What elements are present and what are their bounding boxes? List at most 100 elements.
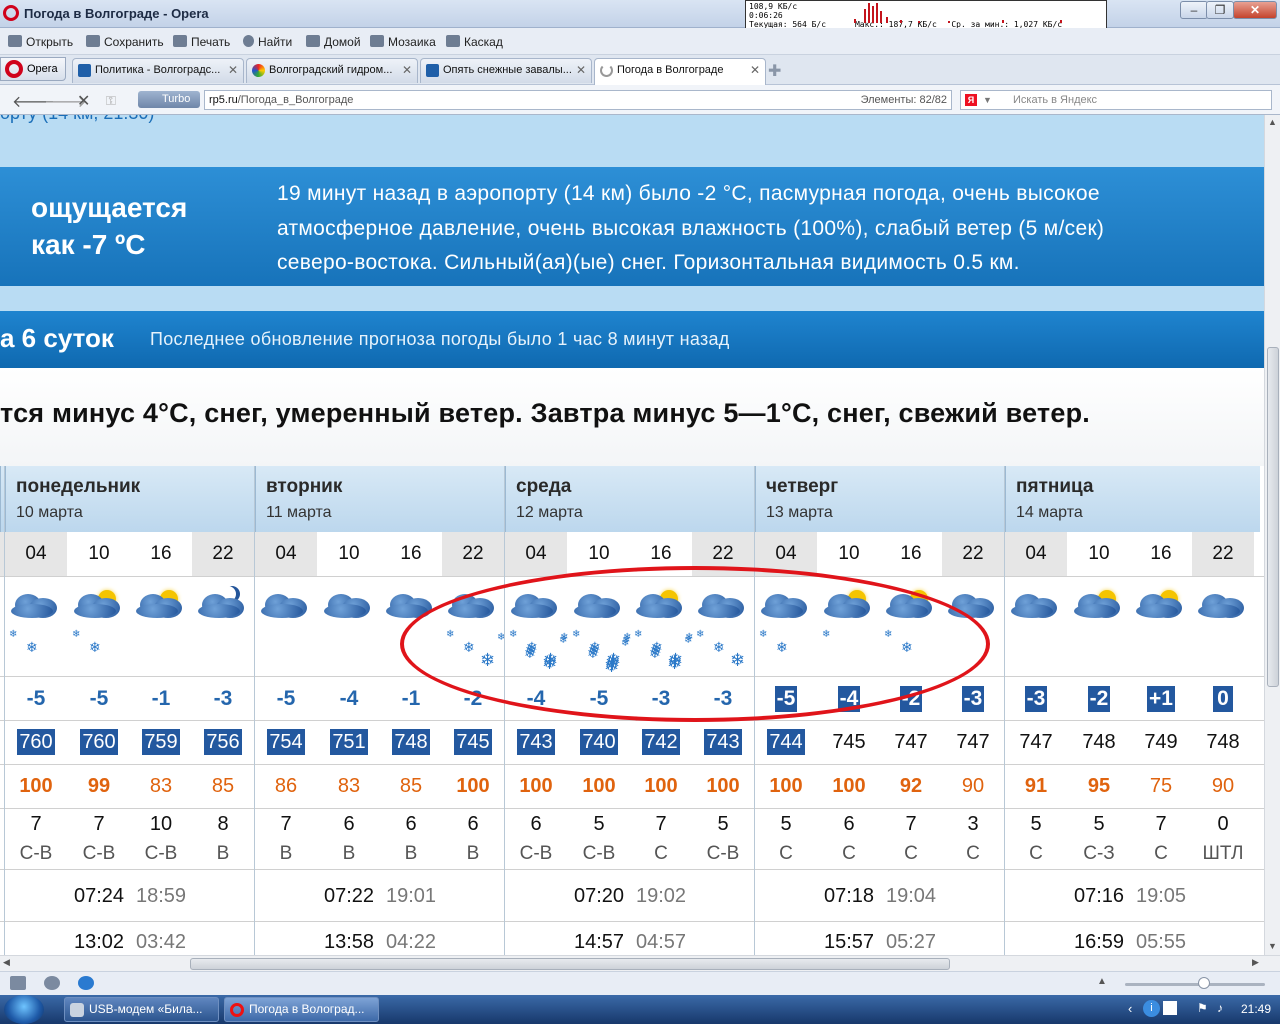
url-input[interactable]: rp5.ru/Погода_в_Волгограде Элементы: 82/… xyxy=(204,90,952,110)
moon-time: 05:27 xyxy=(885,931,937,953)
turbo-button[interactable]: Turbo xyxy=(138,91,200,108)
wind-direction: С xyxy=(904,843,918,864)
info-icon[interactable]: i xyxy=(1143,1000,1160,1017)
hour-label: 10 xyxy=(88,543,110,564)
new-tab-icon[interactable]: ✚ xyxy=(768,61,781,81)
horizontal-scroll-thumb[interactable] xyxy=(190,958,950,970)
zoom-up-icon[interactable]: ▲ xyxy=(1097,976,1107,987)
hour-label: 16 xyxy=(400,543,422,564)
wind-speed: 7 xyxy=(93,813,105,835)
day-date: 11 марта xyxy=(266,504,332,521)
search-input[interactable]: Я ▼ Искать в Яндекс xyxy=(960,90,1272,110)
pressure-cell: 748 xyxy=(1192,720,1254,764)
wind-speed: 5 xyxy=(593,813,605,835)
wind-direction: В xyxy=(216,843,230,864)
vertical-scroll-thumb[interactable] xyxy=(1267,347,1279,687)
panel-toggle-icon[interactable] xyxy=(10,976,26,990)
taskbar-item-usb-modem[interactable]: USB-модем «Била... xyxy=(64,997,219,1022)
tab-gidromet[interactable]: Волгоградский гидром... ✕ xyxy=(246,58,418,83)
elements-counter: Элементы: 82/82 xyxy=(860,94,947,106)
pressure-cell: 747 xyxy=(880,720,942,764)
wind-cell: 5 С-З xyxy=(1068,809,1130,869)
wind-speed: 7 xyxy=(280,813,292,835)
chevron-down-icon[interactable]: ▼ xyxy=(983,91,992,109)
six-day-title: а 6 суток xyxy=(0,323,114,353)
wind-direction: В xyxy=(342,843,356,864)
humidity-value: 100 xyxy=(519,775,553,797)
close-tab-icon[interactable]: ✕ xyxy=(402,63,412,77)
snowflake-icon: ❄ xyxy=(89,639,101,655)
separator-band xyxy=(0,286,1264,311)
scroll-up-icon[interactable]: ▲ xyxy=(1268,117,1277,127)
close-tab-icon[interactable]: ✕ xyxy=(576,63,586,77)
minimize-button[interactable]: – xyxy=(1180,1,1208,19)
wind-cell: 5 С-В xyxy=(692,809,754,869)
opera-logo-icon xyxy=(230,1003,244,1017)
weather-cloud-sun-icon xyxy=(1074,584,1124,620)
tab-snow-news[interactable]: Опять снежные завалы... ✕ xyxy=(420,58,592,83)
close-button[interactable]: ✕ xyxy=(1233,1,1277,19)
open-button[interactable]: Открыть xyxy=(8,34,73,50)
printer-icon xyxy=(173,35,187,47)
taskbar-item-opera[interactable]: Погода в Волоград... xyxy=(224,997,379,1022)
wind-cell: 7 С-В xyxy=(5,809,67,869)
hour-label: 10 xyxy=(1088,543,1110,564)
tab-politika[interactable]: Политика - Волгоградс... ✕ xyxy=(72,58,244,83)
cloud-icon[interactable] xyxy=(44,976,60,990)
pressure-value: 748 xyxy=(392,729,430,755)
wind-direction: С-В xyxy=(144,843,178,864)
humidity-value: 86 xyxy=(274,775,298,797)
scroll-down-icon[interactable]: ▼ xyxy=(1268,941,1277,951)
cloud-part xyxy=(261,604,303,618)
day-date: 10 марта xyxy=(16,504,83,521)
close-tab-icon[interactable]: ✕ xyxy=(228,63,238,77)
scroll-left-icon[interactable]: ◀ xyxy=(3,957,10,968)
sunset-time: 19:05 xyxy=(1135,885,1187,907)
pressure-cell: 754 xyxy=(255,720,317,764)
scroll-right-icon[interactable]: ▶ xyxy=(1252,957,1259,968)
temperature-cell: -5 xyxy=(68,677,130,721)
stop-icon[interactable]: ✕ xyxy=(77,91,90,111)
wind-speed: 5 xyxy=(1093,813,1105,835)
volume-icon[interactable]: ♪ xyxy=(1217,1001,1223,1015)
wind-direction: С-В xyxy=(82,843,116,864)
pressure-cell: 742 xyxy=(630,720,692,764)
mosaic-button[interactable]: Мозаика xyxy=(370,34,436,50)
print-button[interactable]: Печать xyxy=(173,34,230,50)
day-divider xyxy=(254,466,255,955)
pressure-value: 747 xyxy=(894,731,928,753)
find-button[interactable]: Найти xyxy=(243,34,292,50)
temperature-value: -2 xyxy=(1087,686,1111,712)
current-weather-panel: ощущается как -7 ºC 19 минут назад в аэр… xyxy=(0,167,1264,286)
maximize-button[interactable]: ❐ xyxy=(1206,1,1234,19)
start-button[interactable] xyxy=(4,995,44,1024)
wind-speed: 3 xyxy=(967,813,979,835)
temperature-cell: +1 xyxy=(1130,677,1192,721)
save-button[interactable]: Сохранить xyxy=(86,34,164,50)
cascade-button[interactable]: Каскад xyxy=(446,34,503,50)
day-divider xyxy=(4,466,5,955)
flag-icon[interactable]: ⚑ xyxy=(1197,1001,1208,1015)
tab-weather-volgograd[interactable]: Погода в Волгограде ✕ xyxy=(594,58,766,85)
zoom-slider-knob[interactable] xyxy=(1198,977,1210,989)
opera-menu-button[interactable]: Opera xyxy=(0,57,66,81)
speed-dial-icon[interactable] xyxy=(78,976,94,990)
horizontal-scrollbar[interactable]: ◀ ▶ xyxy=(0,955,1280,971)
zoom-slider[interactable] xyxy=(1125,983,1265,986)
address-bar: 🡐 🡒 ✕ ⚿ Turbo rp5.ru/Погода_в_Волгограде… xyxy=(0,85,1280,115)
chevron-left-icon[interactable]: ‹ xyxy=(1128,1001,1132,1016)
day-name: среда xyxy=(516,476,572,497)
day-divider xyxy=(1004,466,1005,955)
pressure-cell: 747 xyxy=(942,720,1004,764)
sunset-time: 19:02 xyxy=(635,885,687,907)
home-button[interactable]: Домой xyxy=(306,34,361,50)
temperature-cell: -3 xyxy=(942,677,1004,721)
hour-label: 22 xyxy=(962,543,984,564)
save-icon xyxy=(86,35,100,47)
network-icon[interactable] xyxy=(1163,1001,1177,1015)
hour-label: 22 xyxy=(462,543,484,564)
vertical-scrollbar[interactable]: ▲ ▼ xyxy=(1264,115,1280,955)
humidity-value: 85 xyxy=(211,775,235,797)
wind-cell: 6 С-В xyxy=(505,809,567,869)
close-tab-icon[interactable]: ✕ xyxy=(750,63,760,77)
